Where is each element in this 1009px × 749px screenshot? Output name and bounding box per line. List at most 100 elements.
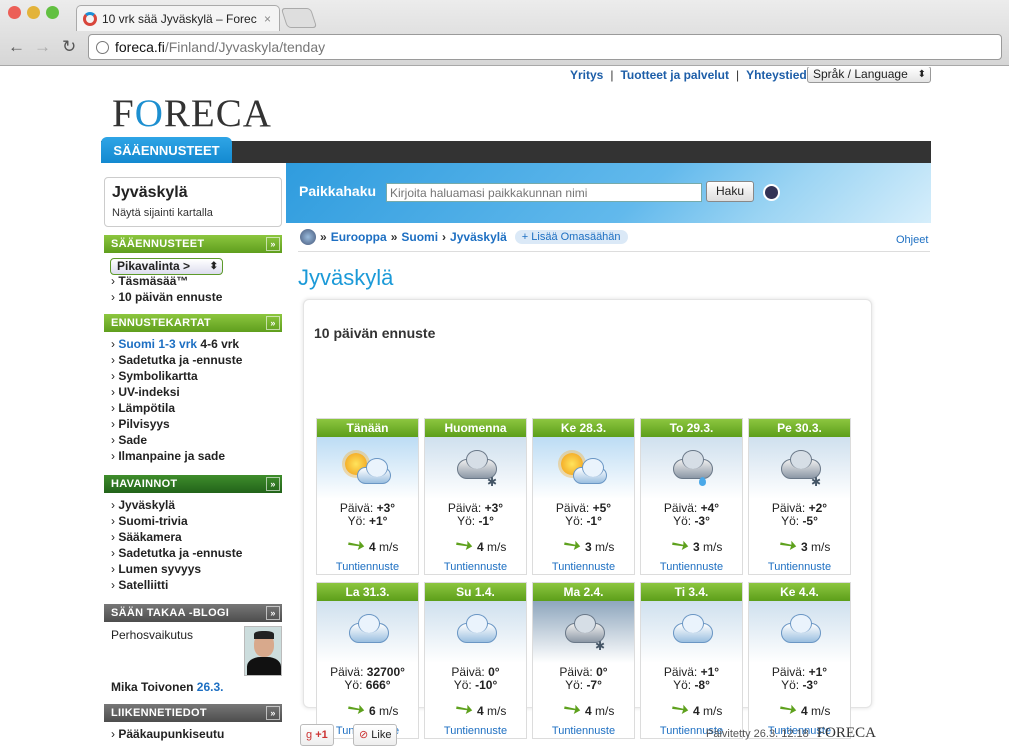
night-temp: -1° <box>478 514 494 528</box>
search-button[interactable]: Haku <box>706 181 754 202</box>
google-plus-button[interactable]: g +1 <box>300 724 334 746</box>
breadcrumb-item[interactable]: Jyväskylä <box>450 230 507 244</box>
wind: ➘ 4 m/s <box>749 693 850 724</box>
minimize-window-button[interactable] <box>27 6 40 19</box>
hourly-forecast-link[interactable]: Tuntiennuste <box>425 725 526 737</box>
search-input[interactable] <box>386 183 702 202</box>
chevron-down-icon[interactable]: » <box>266 237 280 251</box>
new-tab-button[interactable] <box>280 8 318 28</box>
footer: Päivitetty 26.3. 12.18 FORECA <box>706 725 876 742</box>
chevron-down-icon[interactable]: » <box>266 316 280 330</box>
link-yritys[interactable]: Yritys <box>570 68 603 82</box>
breadcrumb-item[interactable]: Suomi <box>401 230 438 244</box>
tab-saaennusteet[interactable]: SÄÄENNUSTEET <box>101 137 232 163</box>
chevron-down-icon[interactable]: » <box>266 706 280 720</box>
temperatures: Päivä: +3° Yö: -1° <box>425 502 526 528</box>
language-select[interactable]: Språk / Language <box>807 67 931 83</box>
menu-item-suomi: Suomi 1-3 vrk 4-6 vrk <box>111 337 282 353</box>
day-name: Su 1.4. <box>425 583 526 601</box>
night-temp: -5° <box>802 514 818 528</box>
menu-link-suomi[interactable]: Suomi <box>118 337 155 351</box>
menu-item[interactable]: Sadetutka ja -ennuste <box>111 353 282 369</box>
menu-item[interactable]: Ilmanpaine ja sade <box>111 449 282 465</box>
blog-box: Perhosvaikutus Mika Toivonen 26.3. <box>104 622 282 704</box>
back-arrow-icon[interactable]: ← <box>8 37 25 57</box>
menu-item[interactable]: Lumen syvyys <box>111 562 282 578</box>
section-title: HAVAINNOT <box>111 478 178 490</box>
cloud-icon <box>317 601 418 663</box>
help-link[interactable]: Ohjeet <box>896 234 928 246</box>
foreca-logo[interactable]: FORECA <box>112 91 272 136</box>
hourly-forecast-link[interactable]: Tuntiennuste <box>533 725 634 737</box>
night-temp: -3° <box>694 514 710 528</box>
section-header-havainnot[interactable]: HAVAINNOT » <box>104 475 282 493</box>
cloud-rain-icon <box>641 437 742 499</box>
day-name: Ti 3.4. <box>641 583 742 601</box>
forecast-day-card: Su 1.4. Päivä: 0° Yö: -10° ➘ 4 m/s Tuntiennus… <box>424 582 527 739</box>
author-avatar[interactable] <box>244 626 282 676</box>
menu-item[interactable]: UV-indeksi <box>111 385 282 401</box>
forecast-day-card: Ke 4.4. Päivä: +1° Yö: -3° ➘ 4 m/s Tuntiennus… <box>748 582 851 739</box>
gplus-label: +1 <box>315 729 328 741</box>
day-temp: +1° <box>808 665 828 679</box>
hourly-forecast-link[interactable]: Tuntiennuste <box>317 561 418 573</box>
menu-item[interactable]: Jyväskylä <box>111 498 282 514</box>
night-temp: -7° <box>586 678 602 692</box>
city-name: Jyväskylä <box>112 184 188 201</box>
like-icon: ⊘ <box>359 729 369 741</box>
menu-item[interactable]: Täsmäsää™ <box>111 274 282 290</box>
reload-icon[interactable]: ↻ <box>62 37 76 57</box>
wind-arrow-icon: ➘ <box>341 529 371 561</box>
wind-arrow-icon: ➘ <box>557 529 587 561</box>
section-header-liikennetiedot[interactable]: LIIKENNETIEDOT » <box>104 704 282 722</box>
menu-item[interactable]: Pilvisyys <box>111 417 282 433</box>
show-on-map-link[interactable]: Näytä sijainti kartalla <box>112 207 274 219</box>
forecast-day-card: To 29.3. Päivä: +4° Yö: -3° ➘ 3 m/s Tuntiennu… <box>640 418 743 575</box>
address-bar[interactable]: foreca.fi/Finland/Jyvaskyla/tenday <box>88 34 1002 60</box>
menu-item[interactable]: Sadetutka ja -ennuste <box>111 546 282 562</box>
night-temp: -1° <box>586 514 602 528</box>
menu-item[interactable]: Suomi-trivia <box>111 514 282 530</box>
menu-item[interactable]: Sääkamera <box>111 530 282 546</box>
menu-link-4-6[interactable]: 4-6 vrk <box>200 337 239 351</box>
footer-logo: FORECA <box>816 725 876 741</box>
quick-select[interactable]: Pikavalinta > <box>110 258 223 275</box>
wind-unit: m/s <box>595 540 615 554</box>
breadcrumb-item[interactable]: Eurooppa <box>331 230 387 244</box>
menu-item[interactable]: Symbolikartta <box>111 369 282 385</box>
zoom-window-button[interactable] <box>46 6 59 19</box>
close-window-button[interactable] <box>8 6 21 19</box>
night-temp: +1° <box>368 514 388 528</box>
day-temp: +5° <box>592 501 612 515</box>
facebook-like-button[interactable]: ⊘ Like <box>353 724 398 746</box>
wind-arrow-icon: ➘ <box>449 529 479 561</box>
breadcrumb: » Eurooppa » Suomi › Jyväskylä + Lisää O… <box>300 229 628 245</box>
night-temp: -8° <box>694 678 710 692</box>
section-header-ennustekartat[interactable]: ENNUSTEKARTAT » <box>104 314 282 332</box>
hourly-forecast-link[interactable]: Tuntiennuste <box>425 561 526 573</box>
day-temp: +1° <box>700 665 720 679</box>
forward-arrow-icon[interactable]: → <box>34 37 51 57</box>
section-header-saaennusteet[interactable]: SÄÄENNUSTEET » <box>104 235 282 253</box>
sun-cloud-icon <box>317 437 418 499</box>
hourly-forecast-link[interactable]: Tuntiennuste <box>533 561 634 573</box>
menu-link-1-3[interactable]: 1-3 vrk <box>158 337 197 351</box>
hourly-forecast-link[interactable]: Tuntiennuste <box>749 561 850 573</box>
add-to-favorites-button[interactable]: + Lisää Omasäähän <box>514 230 628 244</box>
url-host: foreca.fi <box>115 39 165 55</box>
chevron-down-icon[interactable]: » <box>266 606 280 620</box>
menu-item[interactable]: Sade <box>111 433 282 449</box>
hourly-forecast-link[interactable]: Tuntiennuste <box>641 561 742 573</box>
day-name: Pe 30.3. <box>749 419 850 437</box>
link-tuotteet[interactable]: Tuotteet ja palvelut <box>620 68 728 82</box>
menu-item[interactable]: Pääkaupunkiseutu <box>111 727 282 743</box>
tab-close-icon[interactable]: × <box>264 12 271 26</box>
night-label: Yö: <box>453 678 472 692</box>
location-icon[interactable] <box>763 184 780 201</box>
menu-item[interactable]: Satelliitti <box>111 578 282 594</box>
section-header-blog[interactable]: SÄÄN TAKAA -BLOGI » <box>104 604 282 622</box>
menu-item[interactable]: Lämpötila <box>111 401 282 417</box>
browser-tab[interactable]: 10 vrk sää Jyväskylä – Forec × <box>76 5 280 31</box>
chevron-down-icon[interactable]: » <box>266 477 280 491</box>
menu-item[interactable]: 10 päivän ennuste <box>111 290 282 306</box>
